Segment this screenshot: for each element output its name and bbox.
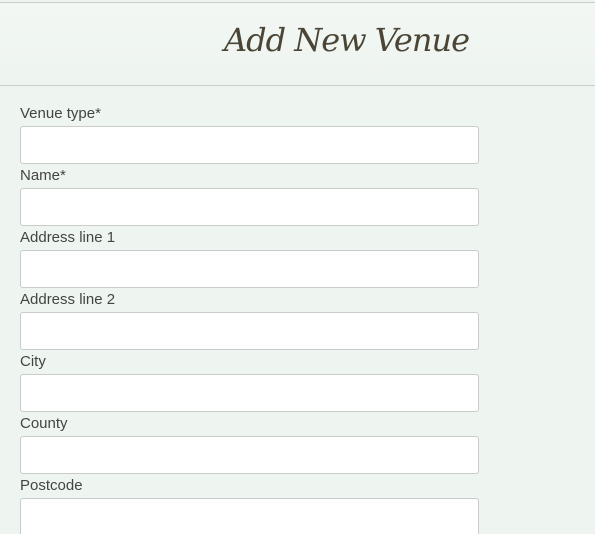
address-line-1-field-group: Address line 1 [20,229,480,291]
postcode-field-group: Postcode [20,477,480,534]
page-header: Add New Venue [0,2,595,86]
venue-type-input[interactable] [20,126,479,164]
city-input[interactable] [20,374,479,412]
address-line-1-input[interactable] [20,250,479,288]
address-line-1-label: Address line 1 [20,229,116,246]
name-label: Name* [20,167,66,184]
postcode-input[interactable] [20,498,479,534]
page-title: Add New Venue [224,21,470,59]
postcode-label: Postcode [20,477,83,494]
county-field-group: County [20,415,480,477]
county-input[interactable] [20,436,479,474]
county-label: County [20,415,68,432]
venue-type-label: Venue type* [20,105,101,122]
name-field-group: Name* [20,167,480,229]
venue-type-field-group: Venue type* [20,105,480,167]
name-input[interactable] [20,188,479,226]
address-line-2-input[interactable] [20,312,479,350]
city-field-group: City [20,353,480,415]
address-line-2-label: Address line 2 [20,291,116,308]
address-line-2-field-group: Address line 2 [20,291,480,353]
city-label: City [20,353,46,370]
add-venue-form: Venue type* Name* Address line 1 Address… [20,105,480,534]
